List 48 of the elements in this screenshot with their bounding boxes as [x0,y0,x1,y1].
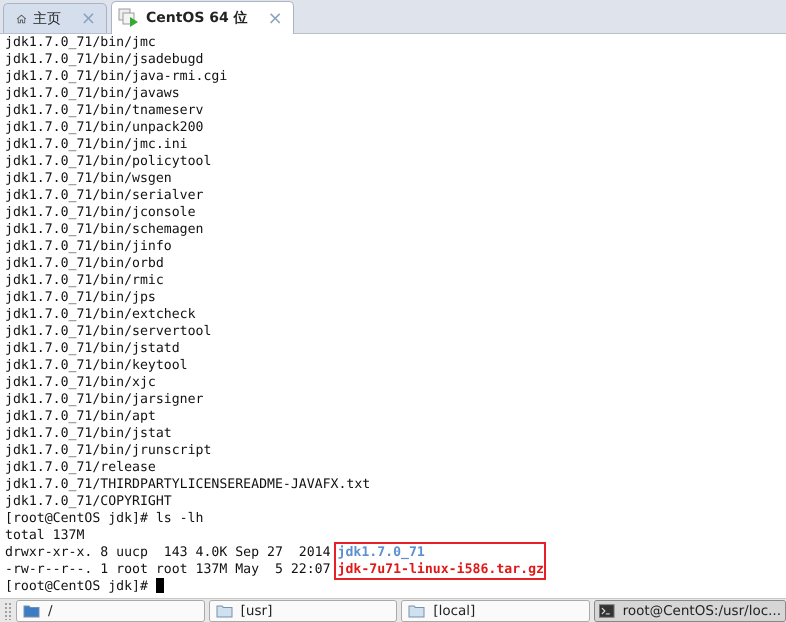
terminal-line: jdk1.7.0_71/COPYRIGHT [5,493,172,510]
terminal-line: jdk1.7.0_71/THIRDPARTYLICENSEREADME-JAVAFX.txt [5,476,370,493]
shell-prompt: [root@CentOS jdk]# [5,579,149,594]
terminal-line: jdk1.7.0_71/bin/servertool [5,323,212,340]
terminal-line: total 137M [5,527,84,544]
terminal-line: jdk1.7.0_71/bin/jps [5,289,156,306]
virtual-machine-icon [118,8,140,28]
terminal-line: jdk1.7.0_71/bin/rmic [5,272,164,289]
terminal-line: jdk1.7.0_71/bin/apt [5,408,156,425]
tab[interactable]: CentOS 64 位 × [111,1,294,34]
terminal-line: jdk1.7.0_71/bin/policytool [5,153,212,170]
terminal-line: jdk1.7.0_71/bin/unpack200 [5,119,204,136]
file-info: -rw-r--r--. 1 root root 137M May 5 22:07 [5,561,331,578]
tab-label: CentOS 64 位 [146,9,248,27]
taskbar-button[interactable]: [usr] [208,600,398,622]
terminal-line: jdk1.7.0_71/bin/jmc.ini [5,136,188,153]
terminal-line: jdk1.7.0_71/release [5,459,156,476]
terminal-line: jdk1.7.0_71/bin/tnameserv [5,102,204,119]
terminal-line: jdk1.7.0_71/bin/jinfo [5,238,172,255]
terminal-line: jdk1.7.0_71/bin/schemagen [5,221,204,238]
folder-icon [408,604,426,618]
terminal-line: jdk1.7.0_71/bin/orbd [5,255,164,272]
tab[interactable]: 主页 × [3,3,107,33]
file-info: drwxr-xr-x. 8 uucp 143 4.0K Sep 27 2014 [5,544,331,561]
terminal-line: jdk1.7.0_71/bin/javaws [5,85,180,102]
terminal-line: jdk1.7.0_71/bin/extcheck [5,306,196,323]
tab-label: 主页 [32,10,61,28]
terminal-line: jdk1.7.0_71/bin/xjc [5,374,156,391]
terminal-icon [599,604,615,618]
folder-icon [216,604,233,618]
folder-icon [22,604,40,618]
file-name: jdk1.7.0_71 [338,544,425,561]
terminal-line: jdk1.7.0_71/bin/keytool [5,357,188,374]
terminal-line: jdk1.7.0_71/bin/serialver [5,187,204,204]
terminal-line: jdk1.7.0_71/bin/jconsole [5,204,196,221]
terminal-line: jdk1.7.0_71/bin/jarsigner [5,391,204,408]
terminal-line: jdk1.7.0_71/bin/jstatd [5,340,180,357]
terminal-line: jdk1.7.0_71/bin/jrunscript [5,442,212,459]
file-name: jdk-7u71-linux-i586.tar.gz [338,561,544,578]
taskbar-button[interactable]: [local] [401,600,590,622]
terminal-line: jdk1.7.0_71/bin/jsadebugd [5,51,204,68]
terminal-line: jdk1.7.0_71/bin/jmc [5,34,156,51]
terminal-line: jdk1.7.0_71/bin/jstat [5,425,172,442]
terminal-line: [root@CentOS jdk]# ls -lh [5,510,204,527]
terminal-line: jdk1.7.0_71/bin/java-rmi.cgi [5,68,228,85]
terminal-line: jdk1.7.0_71/bin/wsgen [5,170,172,187]
taskbar-button[interactable]: root@CentOS:/usr/loc... [594,600,786,622]
taskbar-button[interactable]: / [16,600,205,622]
